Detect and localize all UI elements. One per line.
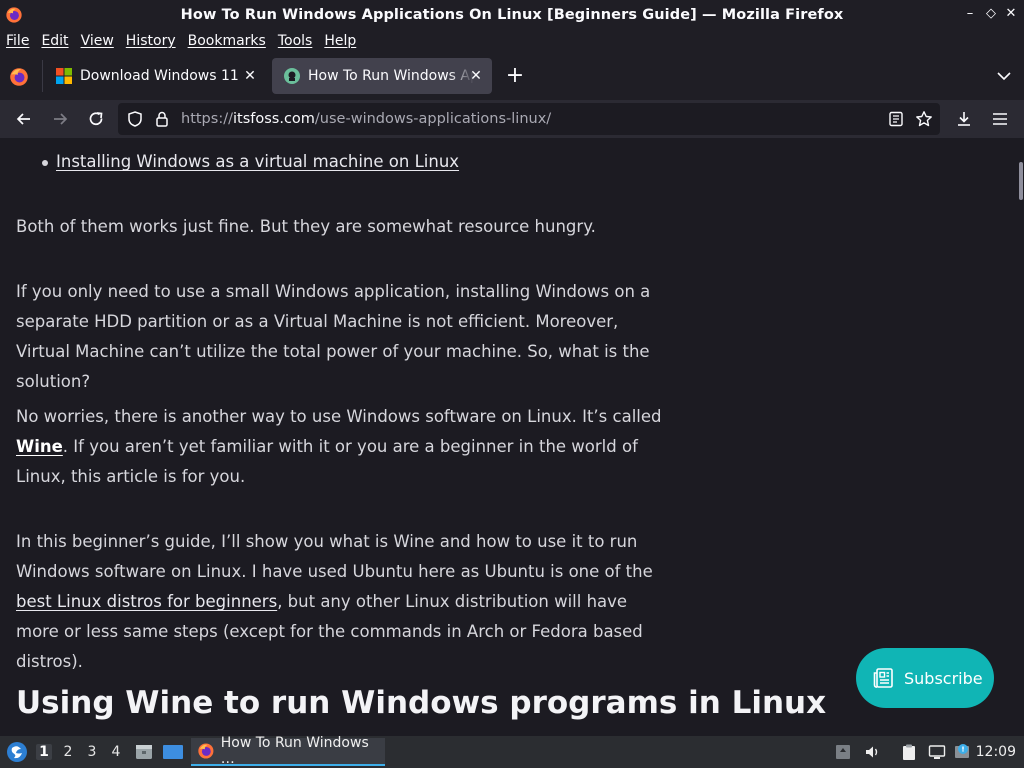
paragraph: No worries, there is another way to use … bbox=[16, 402, 666, 492]
page-content: Installing Windows as a virtual machine … bbox=[0, 138, 1014, 736]
tab-separator bbox=[42, 60, 43, 92]
list-item: Installing Windows as a virtual machine … bbox=[56, 147, 459, 177]
menu-bar: File Edit View History Bookmarks Tools H… bbox=[0, 30, 1024, 52]
menu-help[interactable]: Help bbox=[324, 33, 356, 49]
desktop-icon[interactable] bbox=[162, 742, 184, 762]
menu-tools[interactable]: Tools bbox=[278, 33, 313, 49]
workspace-3[interactable]: 3 bbox=[84, 744, 100, 760]
url-host: itsfoss.com bbox=[232, 111, 315, 127]
scrollbar-thumb[interactable] bbox=[1019, 162, 1023, 200]
window-title: How To Run Windows Applications On Linux… bbox=[180, 7, 844, 23]
text-span: In this beginner’s guide, I’ll show you … bbox=[16, 532, 653, 581]
minimize-icon[interactable]: – bbox=[962, 6, 978, 22]
forward-arrow-icon[interactable] bbox=[50, 109, 70, 129]
tab-download-windows[interactable]: Download Windows 11 ✕ bbox=[44, 58, 266, 94]
tab-label: How To Run Windows Applications On Linux bbox=[308, 68, 474, 84]
file-manager-icon[interactable] bbox=[134, 742, 154, 762]
clipboard-icon[interactable] bbox=[900, 743, 918, 761]
menu-file[interactable]: File bbox=[6, 33, 29, 49]
url-bar[interactable]: https://itsfoss.com/use-windows-applicat… bbox=[118, 103, 940, 135]
workspace-1[interactable]: 1 bbox=[36, 744, 52, 760]
navigation-bar: https://itsfoss.com/use-windows-applicat… bbox=[0, 100, 1024, 138]
restore-icon[interactable]: ◇ bbox=[983, 6, 999, 22]
tab-strip: Download Windows 11 ✕ How To Run Windows… bbox=[0, 52, 1024, 100]
shield-icon[interactable] bbox=[126, 110, 144, 128]
task-label: How To Run Windows … bbox=[220, 735, 369, 767]
subscribe-button[interactable]: Subscribe bbox=[856, 648, 994, 708]
hamburger-menu-icon[interactable] bbox=[990, 109, 1010, 129]
workspace-4[interactable]: 4 bbox=[108, 744, 124, 760]
windows-logo-icon bbox=[56, 68, 72, 84]
menu-edit[interactable]: Edit bbox=[41, 33, 68, 49]
subscribe-label: Subscribe bbox=[904, 668, 983, 688]
newspaper-icon bbox=[873, 668, 893, 688]
text-span: No worries, there is another way to use … bbox=[16, 407, 662, 426]
url-text[interactable]: https://itsfoss.com/use-windows-applicat… bbox=[181, 111, 551, 127]
menu-bookmarks[interactable]: Bookmarks bbox=[188, 33, 266, 49]
url-scheme: https:// bbox=[181, 111, 233, 127]
link-virtual-machine[interactable]: Installing Windows as a virtual machine … bbox=[56, 152, 459, 171]
link-best-linux-distros[interactable]: best Linux distros for beginners bbox=[16, 592, 277, 611]
app-launcher-icon[interactable] bbox=[6, 741, 28, 763]
close-tab-icon[interactable]: ✕ bbox=[242, 68, 258, 84]
paragraph: Both of them works just fine. But they a… bbox=[16, 217, 596, 236]
close-tab-icon[interactable]: ✕ bbox=[468, 68, 484, 84]
paragraph: If you only need to use a small Windows … bbox=[16, 282, 651, 391]
close-window-icon[interactable]: ✕ bbox=[1003, 6, 1019, 22]
vertical-scrollbar[interactable] bbox=[1014, 138, 1024, 736]
clock[interactable]: 12:09 bbox=[976, 744, 1016, 760]
chevron-down-icon[interactable] bbox=[996, 68, 1012, 84]
downloads-icon[interactable] bbox=[954, 109, 974, 129]
firefox-view-icon[interactable] bbox=[8, 66, 30, 88]
workspace-2[interactable]: 2 bbox=[60, 744, 76, 760]
volume-icon[interactable] bbox=[864, 743, 882, 761]
menu-view[interactable]: View bbox=[81, 33, 114, 49]
window-titlebar: How To Run Windows Applications On Linux… bbox=[0, 0, 1024, 30]
reload-icon[interactable] bbox=[86, 109, 106, 129]
menu-history[interactable]: History bbox=[126, 33, 176, 49]
taskbar-firefox-window[interactable]: How To Run Windows … bbox=[191, 735, 385, 767]
bookmark-star-icon[interactable] bbox=[915, 110, 933, 128]
bullet-dot bbox=[42, 160, 48, 166]
tab-how-to-run-windows[interactable]: How To Run Windows Applications On Linux… bbox=[272, 58, 492, 94]
section-heading: Using Wine to run Windows programs in Li… bbox=[16, 685, 827, 721]
text-span: . If you aren’t yet familiar with it or … bbox=[16, 437, 638, 486]
firefox-icon bbox=[6, 7, 22, 23]
reader-view-icon[interactable] bbox=[888, 111, 904, 127]
updates-icon[interactable] bbox=[834, 743, 852, 761]
paragraph: In this beginner’s guide, I’ll show you … bbox=[16, 527, 666, 677]
tab-label: Download Windows 11 bbox=[80, 68, 239, 84]
itsfoss-favicon-icon bbox=[284, 68, 300, 84]
link-wine[interactable]: Wine bbox=[16, 437, 63, 456]
taskbar: 1 2 3 4 How To Run Windows … 12:09 bbox=[0, 735, 1024, 768]
new-tab-icon[interactable]: + bbox=[505, 65, 525, 87]
lock-icon[interactable] bbox=[153, 110, 171, 128]
notification-icon[interactable] bbox=[954, 743, 972, 761]
network-icon[interactable] bbox=[928, 743, 946, 761]
firefox-icon bbox=[198, 743, 214, 759]
url-path: /use-windows-applications-linux/ bbox=[314, 111, 552, 127]
back-arrow-icon[interactable] bbox=[14, 109, 34, 129]
